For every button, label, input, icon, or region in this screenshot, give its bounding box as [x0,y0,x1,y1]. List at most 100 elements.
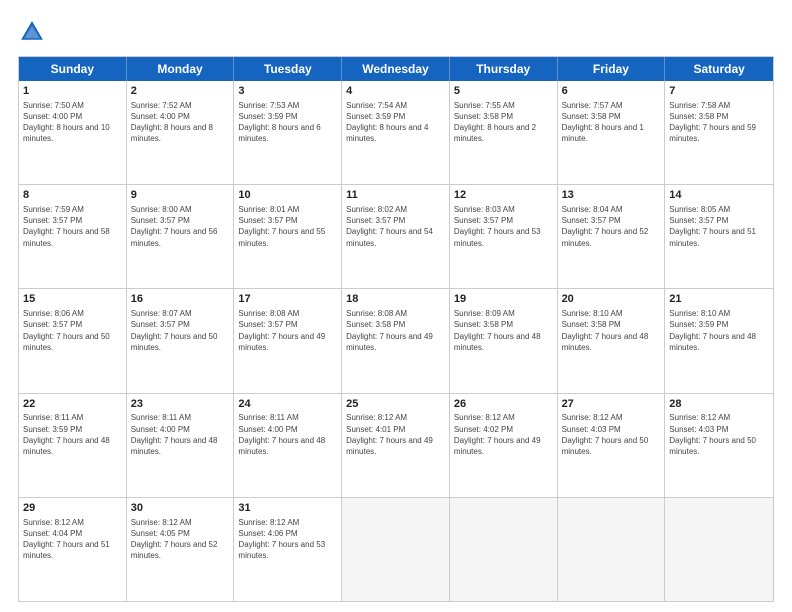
day-number: 5 [454,84,553,99]
cell-info: Sunrise: 8:09 AMSunset: 3:58 PMDaylight:… [454,308,553,353]
calendar-header: SundayMondayTuesdayWednesdayThursdayFrid… [19,57,773,81]
cell-info: Sunrise: 8:10 AMSunset: 3:59 PMDaylight:… [669,308,769,353]
calendar-cell: 15 Sunrise: 8:06 AMSunset: 3:57 PMDaylig… [19,289,127,392]
calendar-cell: 17 Sunrise: 8:08 AMSunset: 3:57 PMDaylig… [234,289,342,392]
weekday-header: Monday [127,57,235,81]
calendar-cell: 5 Sunrise: 7:55 AMSunset: 3:58 PMDayligh… [450,81,558,184]
day-number: 15 [23,292,122,307]
cell-info: Sunrise: 8:00 AMSunset: 3:57 PMDaylight:… [131,204,230,249]
calendar-cell: 2 Sunrise: 7:52 AMSunset: 4:00 PMDayligh… [127,81,235,184]
calendar-row: 29 Sunrise: 8:12 AMSunset: 4:04 PMDaylig… [19,497,773,601]
weekday-header: Saturday [665,57,773,81]
calendar-cell [558,498,666,601]
calendar-cell: 3 Sunrise: 7:53 AMSunset: 3:59 PMDayligh… [234,81,342,184]
day-number: 30 [131,501,230,516]
cell-info: Sunrise: 7:59 AMSunset: 3:57 PMDaylight:… [23,204,122,249]
calendar-cell: 22 Sunrise: 8:11 AMSunset: 3:59 PMDaylig… [19,394,127,497]
cell-info: Sunrise: 8:02 AMSunset: 3:57 PMDaylight:… [346,204,445,249]
calendar-cell: 28 Sunrise: 8:12 AMSunset: 4:03 PMDaylig… [665,394,773,497]
calendar-cell: 1 Sunrise: 7:50 AMSunset: 4:00 PMDayligh… [19,81,127,184]
calendar-cell: 11 Sunrise: 8:02 AMSunset: 3:57 PMDaylig… [342,185,450,288]
cell-info: Sunrise: 7:52 AMSunset: 4:00 PMDaylight:… [131,100,230,145]
day-number: 7 [669,84,769,99]
weekday-header: Thursday [450,57,558,81]
cell-info: Sunrise: 8:12 AMSunset: 4:04 PMDaylight:… [23,517,122,562]
calendar-cell: 9 Sunrise: 8:00 AMSunset: 3:57 PMDayligh… [127,185,235,288]
calendar-cell [450,498,558,601]
calendar-cell: 18 Sunrise: 8:08 AMSunset: 3:58 PMDaylig… [342,289,450,392]
cell-info: Sunrise: 8:12 AMSunset: 4:03 PMDaylight:… [562,412,661,457]
weekday-header: Wednesday [342,57,450,81]
cell-info: Sunrise: 8:08 AMSunset: 3:57 PMDaylight:… [238,308,337,353]
calendar-cell: 16 Sunrise: 8:07 AMSunset: 3:57 PMDaylig… [127,289,235,392]
day-number: 22 [23,397,122,412]
cell-info: Sunrise: 7:57 AMSunset: 3:58 PMDaylight:… [562,100,661,145]
cell-info: Sunrise: 8:12 AMSunset: 4:01 PMDaylight:… [346,412,445,457]
calendar-cell: 25 Sunrise: 8:12 AMSunset: 4:01 PMDaylig… [342,394,450,497]
day-number: 8 [23,188,122,203]
cell-info: Sunrise: 8:06 AMSunset: 3:57 PMDaylight:… [23,308,122,353]
cell-info: Sunrise: 8:11 AMSunset: 3:59 PMDaylight:… [23,412,122,457]
calendar-cell: 24 Sunrise: 8:11 AMSunset: 4:00 PMDaylig… [234,394,342,497]
calendar-cell: 30 Sunrise: 8:12 AMSunset: 4:05 PMDaylig… [127,498,235,601]
weekday-header: Friday [558,57,666,81]
day-number: 12 [454,188,553,203]
calendar-cell: 8 Sunrise: 7:59 AMSunset: 3:57 PMDayligh… [19,185,127,288]
cell-info: Sunrise: 8:10 AMSunset: 3:58 PMDaylight:… [562,308,661,353]
cell-info: Sunrise: 8:04 AMSunset: 3:57 PMDaylight:… [562,204,661,249]
cell-info: Sunrise: 8:01 AMSunset: 3:57 PMDaylight:… [238,204,337,249]
day-number: 10 [238,188,337,203]
calendar-cell: 26 Sunrise: 8:12 AMSunset: 4:02 PMDaylig… [450,394,558,497]
cell-info: Sunrise: 8:11 AMSunset: 4:00 PMDaylight:… [238,412,337,457]
calendar-cell: 4 Sunrise: 7:54 AMSunset: 3:59 PMDayligh… [342,81,450,184]
day-number: 13 [562,188,661,203]
calendar-row: 1 Sunrise: 7:50 AMSunset: 4:00 PMDayligh… [19,81,773,184]
day-number: 26 [454,397,553,412]
cell-info: Sunrise: 8:12 AMSunset: 4:03 PMDaylight:… [669,412,769,457]
calendar-cell [342,498,450,601]
calendar-cell [665,498,773,601]
day-number: 20 [562,292,661,307]
cell-info: Sunrise: 8:12 AMSunset: 4:02 PMDaylight:… [454,412,553,457]
calendar-cell: 10 Sunrise: 8:01 AMSunset: 3:57 PMDaylig… [234,185,342,288]
calendar-cell: 7 Sunrise: 7:58 AMSunset: 3:58 PMDayligh… [665,81,773,184]
day-number: 2 [131,84,230,99]
calendar-cell: 13 Sunrise: 8:04 AMSunset: 3:57 PMDaylig… [558,185,666,288]
calendar-cell: 14 Sunrise: 8:05 AMSunset: 3:57 PMDaylig… [665,185,773,288]
day-number: 19 [454,292,553,307]
day-number: 29 [23,501,122,516]
day-number: 6 [562,84,661,99]
cell-info: Sunrise: 8:11 AMSunset: 4:00 PMDaylight:… [131,412,230,457]
day-number: 18 [346,292,445,307]
calendar-cell: 21 Sunrise: 8:10 AMSunset: 3:59 PMDaylig… [665,289,773,392]
calendar-cell: 31 Sunrise: 8:12 AMSunset: 4:06 PMDaylig… [234,498,342,601]
logo-icon [18,18,46,46]
cell-info: Sunrise: 8:12 AMSunset: 4:06 PMDaylight:… [238,517,337,562]
logo [18,18,50,46]
calendar-row: 22 Sunrise: 8:11 AMSunset: 3:59 PMDaylig… [19,393,773,497]
calendar-cell: 23 Sunrise: 8:11 AMSunset: 4:00 PMDaylig… [127,394,235,497]
day-number: 11 [346,188,445,203]
day-number: 3 [238,84,337,99]
cell-info: Sunrise: 8:05 AMSunset: 3:57 PMDaylight:… [669,204,769,249]
calendar-cell: 27 Sunrise: 8:12 AMSunset: 4:03 PMDaylig… [558,394,666,497]
day-number: 17 [238,292,337,307]
cell-info: Sunrise: 8:07 AMSunset: 3:57 PMDaylight:… [131,308,230,353]
day-number: 24 [238,397,337,412]
cell-info: Sunrise: 7:54 AMSunset: 3:59 PMDaylight:… [346,100,445,145]
day-number: 4 [346,84,445,99]
day-number: 28 [669,397,769,412]
cell-info: Sunrise: 7:58 AMSunset: 3:58 PMDaylight:… [669,100,769,145]
day-number: 23 [131,397,230,412]
day-number: 1 [23,84,122,99]
day-number: 25 [346,397,445,412]
day-number: 16 [131,292,230,307]
day-number: 27 [562,397,661,412]
weekday-header: Sunday [19,57,127,81]
weekday-header: Tuesday [234,57,342,81]
day-number: 14 [669,188,769,203]
calendar-cell: 19 Sunrise: 8:09 AMSunset: 3:58 PMDaylig… [450,289,558,392]
day-number: 31 [238,501,337,516]
calendar-cell: 6 Sunrise: 7:57 AMSunset: 3:58 PMDayligh… [558,81,666,184]
calendar-body: 1 Sunrise: 7:50 AMSunset: 4:00 PMDayligh… [19,81,773,601]
